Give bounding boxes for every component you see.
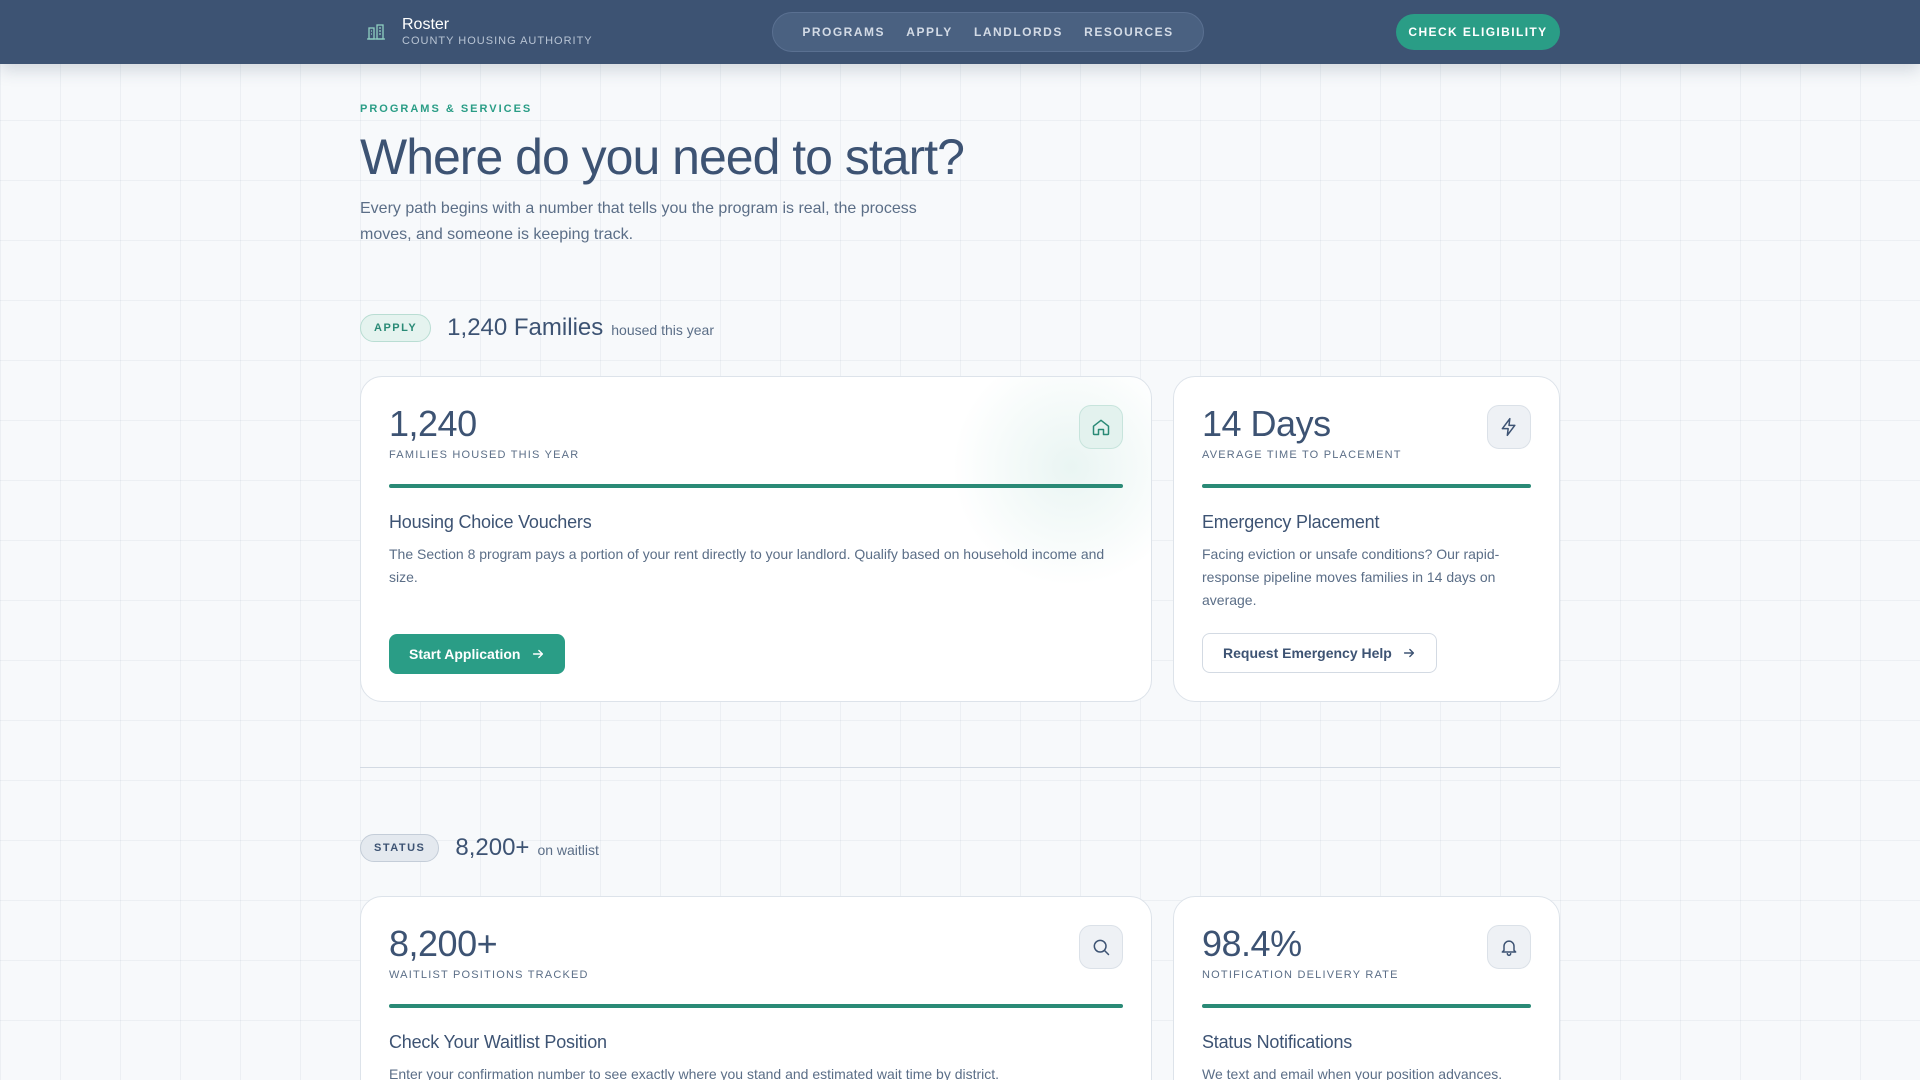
card-description: Facing eviction or unsafe conditions? Ou… xyxy=(1202,546,1500,608)
card-emergency-placement: 14 Days AVERAGE TIME TO PLACEMENT Emerge… xyxy=(1173,376,1560,702)
section-headline: 8,200+ xyxy=(455,834,530,861)
page-title: Where do you need to start? xyxy=(360,129,965,185)
progress-bar xyxy=(389,1004,1123,1008)
section-divider xyxy=(360,767,1560,768)
progress-bar xyxy=(389,484,1123,488)
check-eligibility-button[interactable]: CHECK ELIGIBILITY xyxy=(1396,14,1560,50)
brand[interactable]: Roster COUNTY HOUSING AUTHORITY xyxy=(364,16,593,48)
nav-resources[interactable]: RESOURCES xyxy=(1084,25,1174,39)
nav-landlords[interactable]: LANDLORDS xyxy=(974,25,1063,39)
card-housing-vouchers: 1,240 FAMILIES HOUSED THIS YEAR Housing … xyxy=(360,376,1152,702)
progress-bar xyxy=(1202,1004,1531,1008)
nav-apply[interactable]: APPLY xyxy=(906,25,952,39)
buildings-logo-icon xyxy=(364,20,388,44)
section-subline: on waitlist xyxy=(537,842,599,858)
stat-value: 1,240 xyxy=(389,403,477,444)
card-title: Check Your Waitlist Position xyxy=(389,1032,607,1052)
arrow-right-icon xyxy=(1402,646,1416,660)
start-application-button[interactable]: Start Application xyxy=(389,634,565,674)
section-headline: 1,240 Families xyxy=(447,314,604,341)
button-label: Start Application xyxy=(409,646,521,662)
section-subline: housed this year xyxy=(611,322,714,338)
stat-label: FAMILIES HOUSED THIS YEAR xyxy=(389,449,580,461)
page-description: Every path begins with a number that tel… xyxy=(360,200,917,243)
search-icon xyxy=(1079,925,1123,969)
status-pill: STATUS xyxy=(360,834,440,862)
home-icon xyxy=(1079,405,1123,449)
apply-pill: APPLY xyxy=(360,314,432,342)
stat-label: WAITLIST POSITIONS TRACKED xyxy=(389,969,589,981)
stat-label: AVERAGE TIME TO PLACEMENT xyxy=(1202,449,1402,461)
section-heading-apply: APPLY 1,240 Families housed this year xyxy=(360,314,714,342)
button-label: Request Emergency Help xyxy=(1223,645,1392,661)
stat-value: 98.4% xyxy=(1202,923,1302,964)
card-waitlist-position: 8,200+ WAITLIST POSITIONS TRACKED Check … xyxy=(360,896,1152,1080)
card-title: Emergency Placement xyxy=(1202,512,1380,532)
stat-label: NOTIFICATION DELIVERY RATE xyxy=(1202,969,1399,981)
section-heading-status: STATUS 8,200+ on waitlist xyxy=(360,834,599,862)
nav-programs[interactable]: PROGRAMS xyxy=(802,25,885,39)
main-nav: PROGRAMS APPLY LANDLORDS RESOURCES xyxy=(772,12,1204,52)
lightning-icon xyxy=(1487,405,1531,449)
bell-icon xyxy=(1487,925,1531,969)
card-title: Housing Choice Vouchers xyxy=(389,512,592,532)
card-description: Enter your confirmation number to see ex… xyxy=(389,1066,1000,1080)
request-emergency-help-button[interactable]: Request Emergency Help xyxy=(1202,633,1437,673)
card-title: Status Notifications xyxy=(1202,1032,1353,1052)
card-description: We text and email when your position adv… xyxy=(1202,1066,1503,1080)
card-status-notifications: 98.4% NOTIFICATION DELIVERY RATE Status … xyxy=(1173,896,1560,1080)
progress-bar xyxy=(1202,484,1531,488)
stat-value: 8,200+ xyxy=(389,923,498,964)
arrow-right-icon xyxy=(531,647,545,661)
stat-value: 14 Days xyxy=(1202,403,1331,444)
top-navigation-bar: Roster COUNTY HOUSING AUTHORITY PROGRAMS… xyxy=(0,0,1920,64)
brand-name: Roster xyxy=(402,16,450,33)
card-description: The Section 8 program pays a portion of … xyxy=(389,546,1105,585)
brand-subtitle: COUNTY HOUSING AUTHORITY xyxy=(402,35,593,47)
section-eyebrow: PROGRAMS & SERVICES xyxy=(360,103,533,115)
